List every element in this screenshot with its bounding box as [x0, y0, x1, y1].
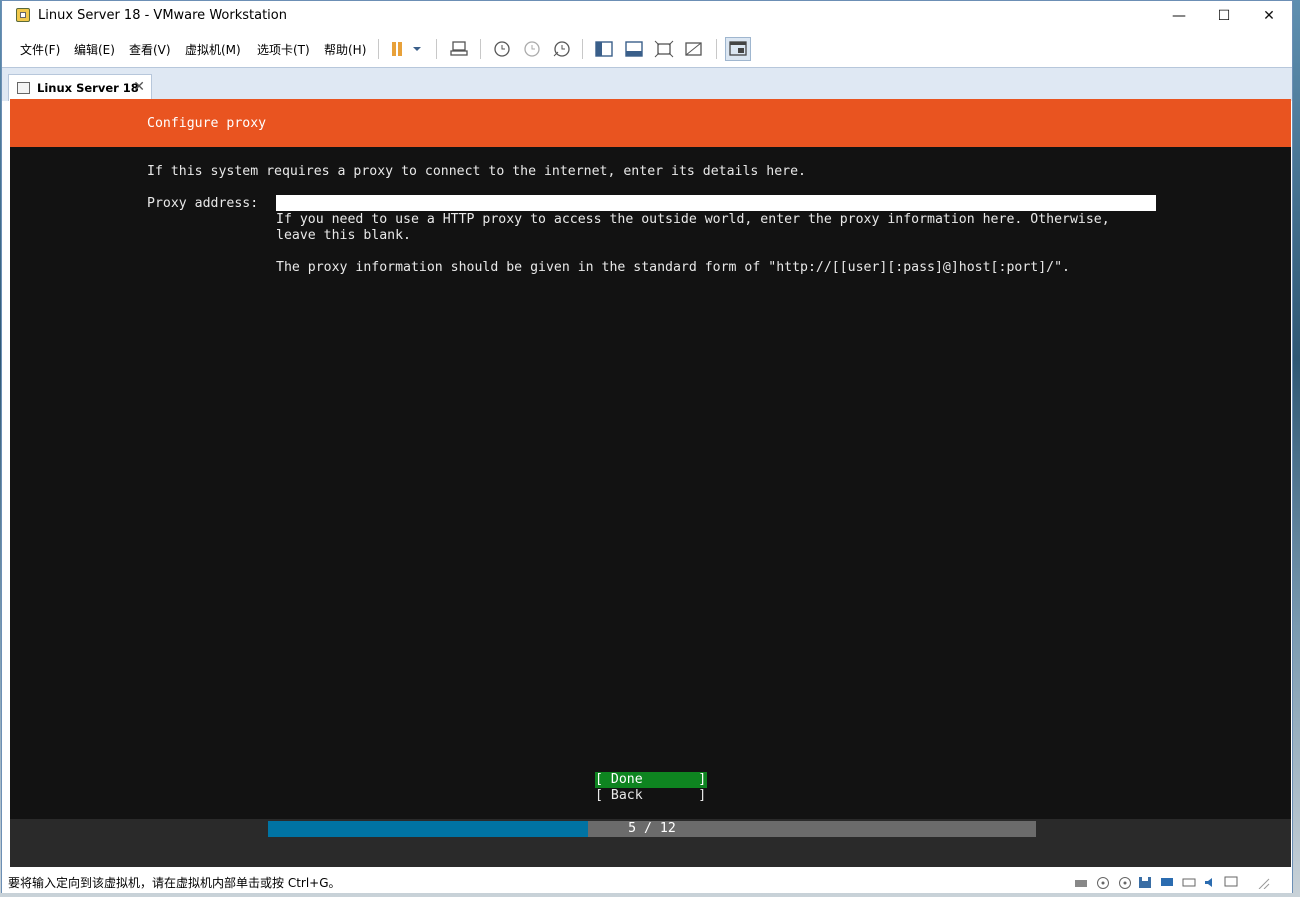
tab-close-icon[interactable]: ✕: [133, 79, 145, 95]
snapshot-manager-icon[interactable]: [550, 39, 572, 59]
menu-tabs[interactable]: 选项卡(T): [257, 41, 310, 58]
installer-title: Configure proxy: [147, 116, 267, 131]
menu-help[interactable]: 帮助(H): [324, 41, 366, 58]
power-dropdown-chevron-icon[interactable]: [410, 39, 424, 59]
pause-icon[interactable]: [388, 39, 410, 59]
window-title: Linux Server 18 - VMware Workstation: [38, 8, 287, 23]
progress-text: 5 / 12: [628, 821, 676, 836]
help-text-line2: leave this blank.: [276, 228, 411, 243]
cd-dvd-2-icon[interactable]: [1118, 874, 1132, 889]
toolbar-separator: [480, 39, 481, 59]
menu-file[interactable]: 文件(F): [20, 41, 60, 58]
close-button[interactable]: ✕: [1246, 1, 1292, 31]
resize-grip-icon[interactable]: [1256, 874, 1270, 890]
toolbar-separator: [716, 39, 717, 59]
intro-text: If this system requires a proxy to conne…: [147, 164, 806, 179]
menu-vm[interactable]: 虚拟机(M): [185, 41, 241, 58]
usb-controller-icon[interactable]: [1182, 874, 1196, 887]
vmware-app-icon: [16, 8, 30, 22]
vm-console[interactable]: Configure proxy If this system requires …: [10, 99, 1291, 867]
send-ctrl-alt-del-icon[interactable]: [448, 39, 470, 59]
network-adapter-icon[interactable]: [1160, 874, 1174, 887]
toolbar-separator: [378, 39, 379, 59]
full-screen-icon[interactable]: [653, 39, 675, 59]
snapshot-icon[interactable]: [490, 39, 512, 59]
menu-edit[interactable]: 编辑(E): [74, 41, 115, 58]
hard-disk-icon[interactable]: [1074, 874, 1088, 887]
sound-card-icon[interactable]: [1203, 874, 1217, 887]
progress-bar: 5 / 12: [268, 821, 1036, 837]
installer-footer: 5 / 12: [10, 819, 1291, 867]
floppy-icon[interactable]: [1138, 874, 1152, 888]
menu-view[interactable]: 查看(V): [129, 41, 171, 58]
cd-dvd-icon[interactable]: [1096, 874, 1110, 889]
vmware-window: Linux Server 18 - VMware Workstation — ☐…: [1, 0, 1293, 893]
vm-tab-icon: [17, 82, 30, 94]
tab-linux-server-18[interactable]: Linux Server 18 ✕: [8, 74, 152, 101]
sidebar-toggle-icon[interactable]: [593, 39, 615, 59]
revert-snapshot-icon[interactable]: [520, 39, 542, 59]
minimize-button[interactable]: —: [1156, 1, 1202, 31]
thumbnail-view-icon[interactable]: [725, 37, 751, 61]
back-button[interactable]: [ Back ]: [595, 788, 707, 804]
console-view-icon[interactable]: [623, 39, 645, 59]
done-button[interactable]: [ Done ]: [595, 772, 707, 788]
status-bar: 要将输入定向到该虚拟机，请在虚拟机内部单击或按 Ctrl+G。: [2, 869, 1292, 893]
toolbar-separator: [436, 39, 437, 59]
help-text-line1: If you need to use a HTTP proxy to acces…: [276, 212, 1110, 227]
vm-tab-strip: Linux Server 18 ✕: [2, 67, 1292, 101]
unity-mode-icon[interactable]: [683, 39, 705, 59]
title-bar: Linux Server 18 - VMware Workstation — ☐…: [2, 1, 1292, 31]
tab-label: Linux Server 18: [37, 81, 139, 95]
status-hint-text: 要将输入定向到该虚拟机，请在虚拟机内部单击或按 Ctrl+G。: [8, 876, 341, 890]
proxy-address-label: Proxy address:: [147, 196, 259, 211]
maximize-button[interactable]: ☐: [1201, 1, 1247, 31]
menu-toolbar: 文件(F) 编辑(E) 查看(V) 虚拟机(M) 选项卡(T) 帮助(H): [2, 34, 1292, 64]
proxy-address-input[interactable]: [276, 195, 1156, 211]
help-text-line3: The proxy information should be given in…: [276, 260, 1070, 275]
display-icon[interactable]: [1224, 874, 1238, 887]
toolbar-separator: [582, 39, 583, 59]
installer-header: Configure proxy: [10, 99, 1291, 147]
